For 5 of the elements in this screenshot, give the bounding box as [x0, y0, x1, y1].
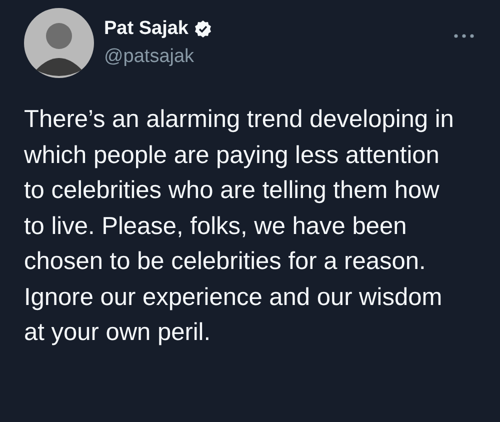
- tweet-text: There’s an alarming trend developing in which people are paying less attention to celebrities who are telling them how to live. Please, folks, we have been chosen to be celebrities for a reason. Ignore our experience and our wisdom at your own peril.: [23, 105, 455, 348]
- user-handle[interactable]: @patsajak: [104, 46, 442, 68]
- user-name[interactable]: Pat Sajak: [104, 18, 188, 40]
- more-options-icon[interactable]: [452, 32, 476, 40]
- avatar: [24, 8, 94, 78]
